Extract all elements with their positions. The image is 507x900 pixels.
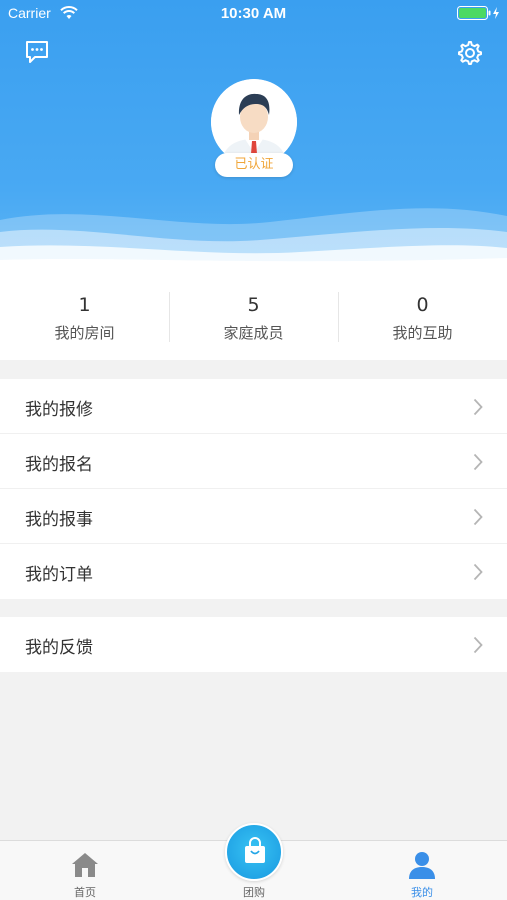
chevron-right-icon — [473, 398, 483, 416]
stat-my-rooms[interactable]: 1 我的房间 — [0, 272, 169, 360]
profile-header: Carrier 10:30 AM 已认证 — [0, 0, 507, 272]
tab-mine[interactable]: 我的 — [382, 841, 462, 900]
menu-group-main: 我的报修 我的报名 我的报事 我的订单 — [0, 379, 507, 599]
gear-icon[interactable] — [457, 40, 483, 66]
menu-item-orders[interactable]: 我的订单 — [0, 544, 507, 599]
wave-decoration — [0, 208, 507, 272]
status-bar: Carrier 10:30 AM — [0, 0, 507, 28]
chevron-right-icon — [473, 636, 483, 654]
stat-value: 1 — [78, 294, 91, 316]
tab-group-buy[interactable]: 团购 — [214, 823, 294, 900]
user-icon — [409, 852, 435, 879]
stat-family-members[interactable]: 5 家庭成员 — [169, 272, 338, 360]
tab-bar: 首页 团购 我的 — [0, 823, 507, 900]
menu-item-registrations[interactable]: 我的报名 — [0, 434, 507, 489]
menu-item-label: 我的订单 — [25, 565, 93, 585]
tab-label: 团购 — [243, 886, 265, 899]
group-buy-button[interactable] — [225, 823, 283, 881]
tab-home[interactable]: 首页 — [45, 841, 125, 900]
menu-item-label: 我的报修 — [25, 400, 93, 420]
menu-item-label: 我的报名 — [25, 455, 93, 475]
stats-bar: 1 我的房间 5 家庭成员 0 我的互助 — [0, 272, 507, 360]
tab-label: 首页 — [74, 886, 96, 899]
chevron-right-icon — [473, 563, 483, 581]
home-icon — [72, 853, 98, 877]
stat-my-mutual-help[interactable]: 0 我的互助 — [338, 272, 507, 360]
chevron-right-icon — [473, 508, 483, 526]
status-time: 10:30 AM — [220, 5, 287, 22]
stat-label: 我的房间 — [54, 324, 115, 342]
menu-item-repairs[interactable]: 我的报修 — [0, 379, 507, 434]
shopping-bag-icon — [245, 837, 265, 863]
message-icon[interactable] — [25, 40, 49, 64]
menu-item-label: 我的报事 — [25, 510, 93, 530]
menu-item-reports[interactable]: 我的报事 — [0, 489, 507, 544]
stat-label: 我的互助 — [392, 324, 453, 342]
tab-label: 我的 — [411, 886, 433, 899]
stat-value: 0 — [416, 294, 429, 316]
chevron-right-icon — [473, 453, 483, 471]
menu-group-feedback: 我的反馈 — [0, 617, 507, 672]
stat-value: 5 — [247, 294, 260, 316]
menu-item-feedback[interactable]: 我的反馈 — [0, 617, 507, 672]
battery-icon — [457, 6, 499, 20]
verified-badge: 已认证 — [215, 153, 293, 177]
menu-item-label: 我的反馈 — [25, 638, 93, 658]
stat-label: 家庭成员 — [223, 324, 284, 342]
